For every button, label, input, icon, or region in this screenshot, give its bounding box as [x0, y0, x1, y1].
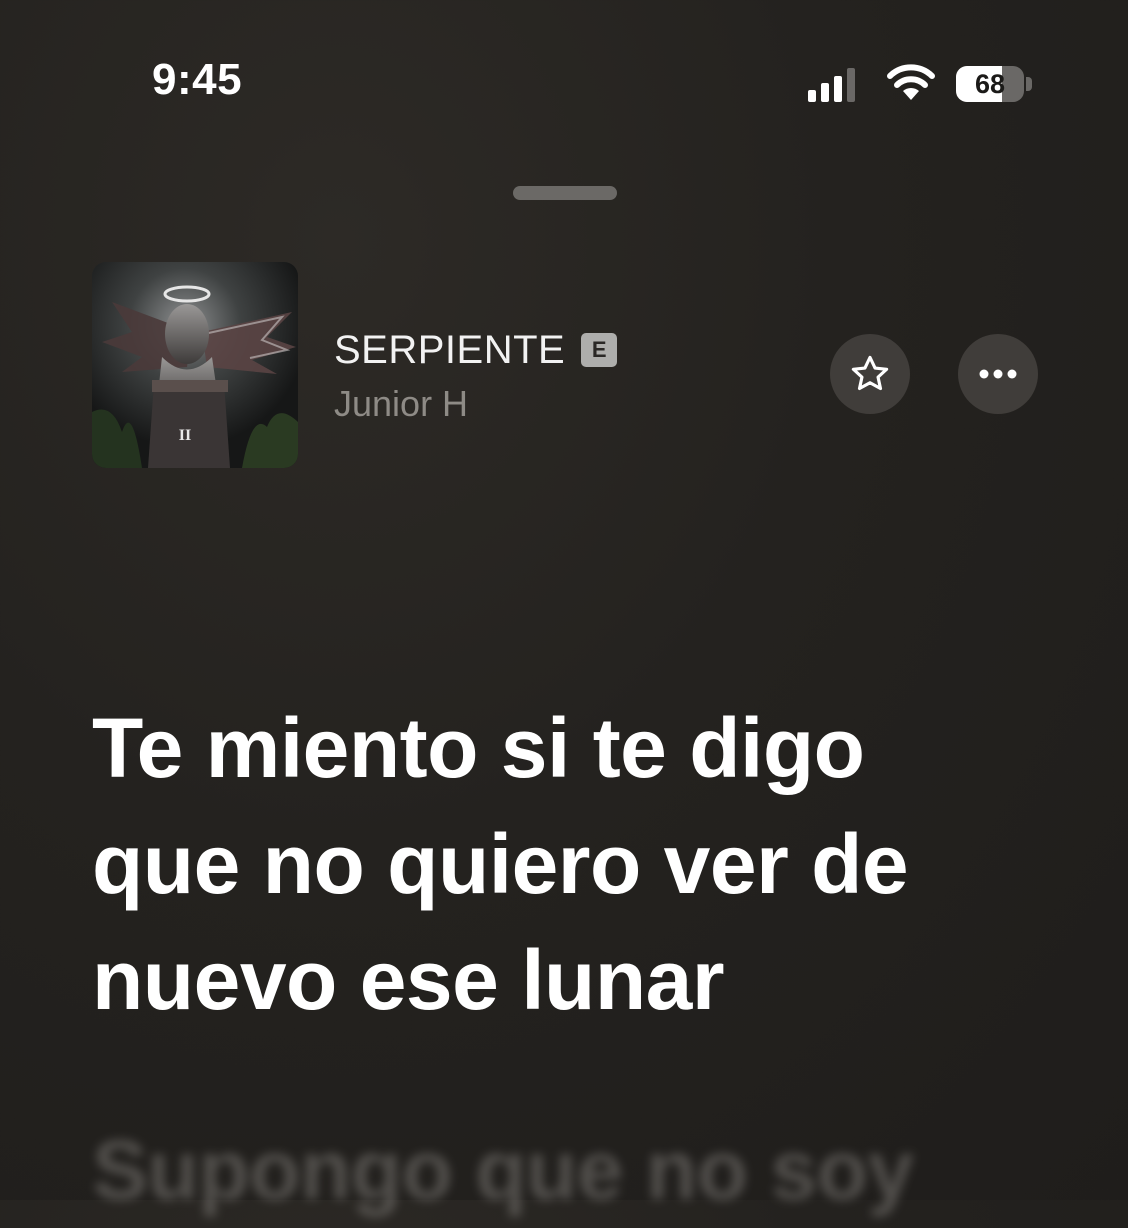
more-options-button[interactable]: [958, 334, 1038, 414]
next-lyric[interactable]: Supongo que no soy: [92, 1112, 914, 1228]
battery-icon: 68: [956, 66, 1032, 102]
song-title-row[interactable]: SERPIENTE E: [334, 328, 618, 372]
artwork-numeral: II: [179, 427, 191, 444]
artist-name[interactable]: Junior H: [334, 386, 468, 422]
wifi-icon: [887, 64, 935, 100]
current-lyric[interactable]: Te miento si te digo que no quiero ver d…: [92, 690, 1052, 1038]
star-icon: [851, 355, 889, 391]
more-icon: [979, 369, 1017, 379]
favorite-button[interactable]: [830, 334, 910, 414]
status-time: 9:45: [152, 55, 243, 104]
song-title[interactable]: SERPIENTE: [334, 330, 565, 370]
signal-icon: [808, 68, 855, 102]
lyric-line: Te miento si te digo: [92, 701, 865, 795]
album-artwork-image: II: [92, 262, 298, 468]
album-artwork[interactable]: II: [92, 262, 298, 468]
lyric-line: que no quiero ver de: [92, 817, 909, 911]
sheet-grabber[interactable]: [513, 186, 617, 200]
lyric-line: nuevo ese lunar: [92, 933, 725, 1027]
battery-level: 68: [974, 69, 1006, 99]
explicit-badge: E: [581, 333, 618, 367]
